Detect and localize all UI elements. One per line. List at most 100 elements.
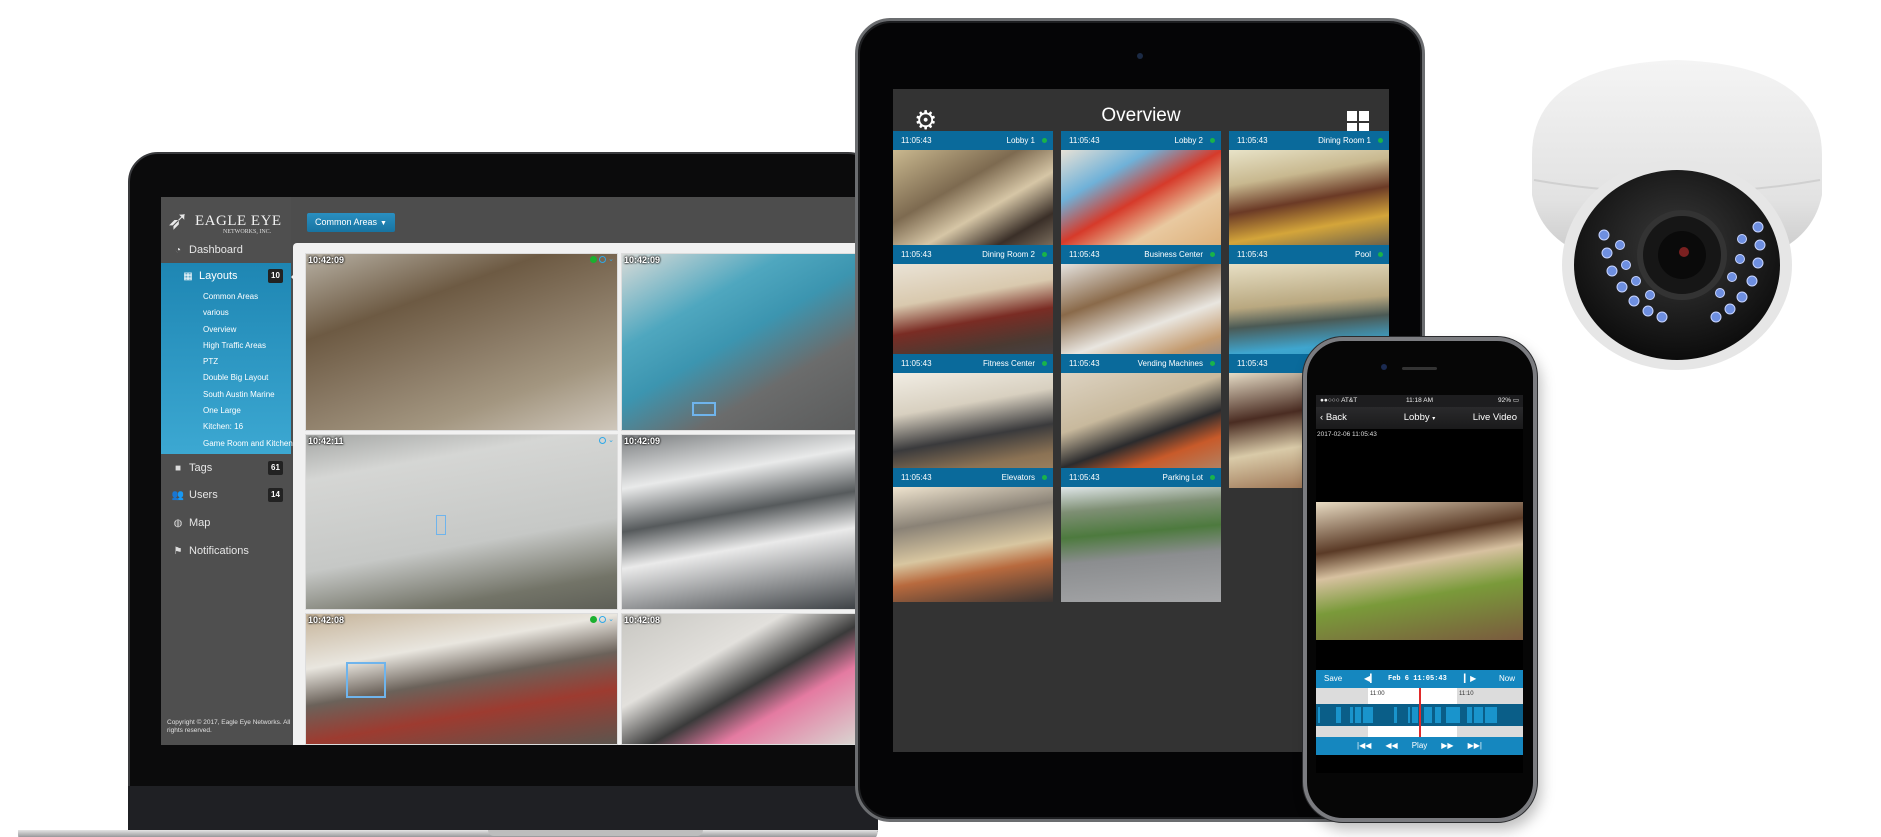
layouts-count-badge: 10 [268,269,283,283]
camera-tile[interactable]: 10:42:08 ⌄ [305,613,618,745]
history-icon[interactable] [599,437,607,444]
camera-feed-kitchen [306,254,617,430]
camera-tile[interactable]: 10:42:08 [621,613,861,745]
camera-feed-hallway [306,435,617,609]
camera-timestamp: 10:42:08 [624,615,661,625]
globe-icon: ◍ [173,517,183,529]
status-bar: ●●○○○ AT&T 11:18 AM 92% ▭ [1316,395,1523,407]
tile-time: 11:05:43 [1237,136,1268,145]
camera-timestamp: 10:42:09 [624,436,661,446]
history-icon[interactable] [599,616,607,623]
caret-down-icon: ▼ [380,220,387,227]
camera-timestamp: 10:42:11 [308,436,344,446]
layout-link[interactable]: Overview [171,322,291,338]
sidebar-item-label: Notifications [189,545,249,557]
chevron-down-icon[interactable]: ⌄ [608,437,614,444]
users-icon: 👥 [171,489,185,501]
camera-tile[interactable]: 10:42:09 [621,434,861,610]
layout-dropdown[interactable]: Common Areas ▼ [307,213,395,232]
chevron-down-icon[interactable]: ⌄ [608,616,614,623]
sidebar-item-dashboard[interactable]: ◔ Dashboard [161,237,291,263]
live-indicator-icon [1210,252,1215,257]
sidebar: ➶ EAGLE EYE NETWORKS, INC. ◔ Dashboard ▦… [161,197,297,745]
camera-tile[interactable]: 11:05:43 Parking Lot [1061,468,1221,602]
live-indicator-icon [1210,361,1215,366]
layout-link[interactable]: Game Room and Kitchen [171,436,293,452]
status-time: 11:18 AM [1406,397,1433,404]
sidebar-item-tags[interactable]: ■ Tags 61 [161,455,291,481]
tile-time: 11:05:43 [1069,359,1100,368]
camera-tile[interactable]: 10:42:09 [621,253,861,431]
live-indicator-icon [1042,361,1047,366]
save-button[interactable]: Save [1324,670,1342,688]
tile-time: 11:05:43 [901,136,932,145]
skip-to-end-icon[interactable]: ▶▶| [1468,737,1482,755]
history-icon[interactable] [599,256,607,263]
layout-link[interactable]: various [171,305,291,321]
layout-link[interactable]: South Austin Marine [171,387,291,403]
tile-time: 11:05:43 [901,473,932,482]
motion-box [436,515,446,535]
grid-icon: ▦ [183,270,193,282]
play-button[interactable]: Play [1412,737,1428,755]
tile-header: 11:05:43 Lobby 1 [893,131,1053,150]
page-title: Overview [1101,105,1181,126]
camera-selector-value: Lobby [1403,412,1430,423]
eagle-wing-icon: ➶ [167,205,189,235]
layout-link[interactable]: High Traffic Areas [171,338,291,354]
step-forward-icon[interactable]: ▎▶ [1464,670,1476,688]
camera-tile[interactable]: 10:42:11 ⌄ [305,434,618,610]
flag-icon: ⚑ [173,545,183,557]
chevron-down-icon[interactable]: ⌄ [608,256,614,263]
camera-timestamp: 10:42:09 [624,255,661,265]
playhead[interactable] [1419,688,1421,737]
camera-status-icons: ⌄ [590,616,614,623]
layout-link[interactable]: One Large [171,403,291,419]
sidebar-item-map[interactable]: ◍ Map [161,510,291,536]
layout-link[interactable]: PTZ [171,354,291,370]
camera-status-icons: ⌄ [599,437,614,444]
dome-security-camera [1532,60,1822,370]
phone-app: ●●○○○ AT&T 11:18 AM 92% ▭ ‹ Back Lobby ▾… [1316,395,1523,773]
video-player[interactable] [1316,502,1523,640]
motion-box [692,402,716,416]
skip-to-start-icon[interactable]: |◀◀ [1357,737,1371,755]
sidebar-item-label: Layouts [199,270,238,282]
layout-link[interactable]: Common Areas [171,289,291,305]
live-indicator-icon [1042,252,1047,257]
sidebar-item-users[interactable]: 👥 Users 14 [161,482,291,508]
logo-name: EAGLE EYE [195,213,282,229]
phone-camera-lens [1381,364,1387,370]
sidebar-item-layouts[interactable]: ▦ Layouts 10 Common Areas various Overvi… [161,263,297,454]
step-back-icon[interactable]: ◀▎ [1364,670,1376,688]
rewind-icon[interactable]: ◀◀ [1385,737,1397,755]
camera-layout-panel: 10:42:09 ⌄ 10:42:09 10:42:11 ⌄ 10:42:09 … [293,243,861,745]
sidebar-item-label: Dashboard [189,244,243,256]
camera-feed [893,487,1053,602]
tile-header: 11:05:43 Business Center [1061,245,1221,264]
tile-camera-name: Parking Lot [1162,473,1203,482]
fast-forward-icon[interactable]: ▶▶ [1441,737,1453,755]
live-video-button[interactable]: Live Video [1473,407,1517,429]
tile-time: 11:05:43 [901,359,932,368]
tile-time: 11:05:43 [901,250,932,259]
camera-tile[interactable]: 11:05:43 Elevators [893,468,1053,602]
laptop-notch [488,830,703,836]
layout-link[interactable]: Kitchen: 16 [171,419,291,435]
grid-view-icon[interactable] [1347,111,1369,133]
layout-dropdown-value: Common Areas [315,217,378,227]
motion-box [346,662,386,698]
tile-time: 11:05:43 [1069,473,1100,482]
live-indicator-icon [1378,138,1383,143]
tile-camera-name: Dining Room 2 [982,250,1035,259]
tile-camera-name: Lobby 1 [1006,136,1035,145]
eagle-eye-logo[interactable]: ➶ EAGLE EYE NETWORKS, INC. [167,205,287,239]
tile-camera-name: Pool [1354,250,1371,259]
timeline-scrubber[interactable]: 11:00 11:10 [1316,688,1523,737]
tile-time: 11:05:43 [1069,136,1100,145]
camera-feed-mural [622,614,860,744]
camera-tile[interactable]: 10:42:09 ⌄ [305,253,618,431]
layout-link[interactable]: Double Big Layout [171,370,291,386]
now-button[interactable]: Now [1499,670,1515,688]
sidebar-item-notifications[interactable]: ⚑ Notifications [161,538,291,564]
